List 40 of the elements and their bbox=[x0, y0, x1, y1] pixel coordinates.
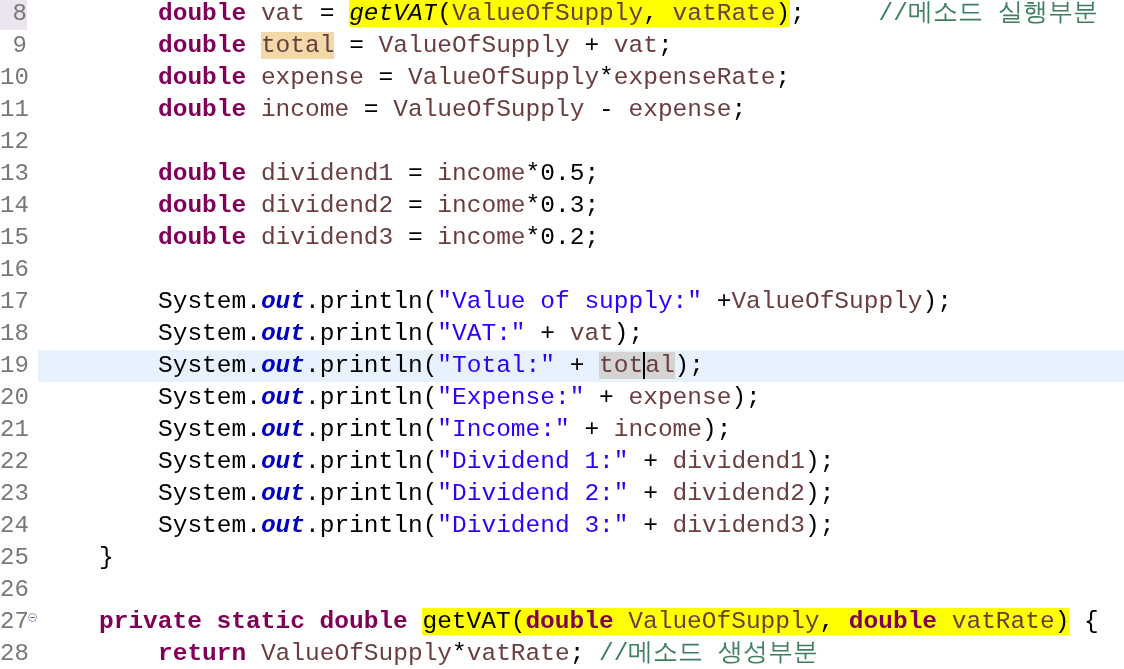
code-line: return ValueOfSupply*vatRate; //메소드 생성부분 bbox=[158, 640, 819, 667]
code-line: double dividend2 = income*0.3; bbox=[158, 192, 600, 219]
code-line: System.out.println("Total:" + tot al); bbox=[158, 352, 704, 379]
collapse-icon[interactable] bbox=[28, 612, 37, 622]
line-number: 9 bbox=[11, 31, 27, 61]
line-number: 24 bbox=[0, 511, 27, 541]
code-line: private static double getVAT(double ValueOfSupply, double vatRate) { bbox=[99, 608, 1099, 635]
code-line: System.out.println("Expense:" + expense); bbox=[158, 384, 761, 411]
line-number: 19 bbox=[0, 351, 27, 381]
line-number: 13 bbox=[0, 159, 27, 189]
code-line: System.out.println("Value of supply:" +ValueOfSupply); bbox=[158, 288, 952, 315]
code-line: System.out.println("Dividend 2:" + dividend2); bbox=[158, 480, 835, 507]
code-line: System.out.println("Dividend 1:" + dividend1); bbox=[158, 448, 835, 475]
line-number: 27 bbox=[0, 607, 27, 637]
line-number: 26 bbox=[0, 575, 27, 605]
line-number: 25 bbox=[0, 543, 27, 573]
code-line: } bbox=[99, 544, 114, 571]
line-number: 12 bbox=[0, 127, 27, 157]
code-line: double dividend1 = income*0.5; bbox=[158, 160, 600, 187]
line-number: 11 bbox=[0, 95, 27, 125]
code-line: System.out.println("Dividend 3:" + dividend3); bbox=[158, 512, 835, 539]
line-number: 16 bbox=[0, 255, 27, 285]
code-line: System.out.println("Income:" + income); bbox=[158, 416, 732, 443]
line-number: 8 bbox=[0, 0, 27, 30]
code-line: double total = ValueOfSupply + vat; bbox=[158, 32, 673, 59]
line-number: 14 bbox=[0, 191, 27, 221]
line-number: 15 bbox=[0, 223, 27, 253]
code-line: double expense = ValueOfSupply*expenseRate; bbox=[158, 64, 791, 91]
line-number: 10 bbox=[0, 63, 27, 93]
line-number: 20 bbox=[0, 383, 27, 413]
code-line: double vat = getVAT(ValueOfSupply, vatRate); //메소드 실행부분 bbox=[158, 0, 1098, 27]
line-number: 22 bbox=[0, 447, 27, 477]
line-number: 17 bbox=[0, 287, 27, 317]
code-line: System.out.println("VAT:" + vat); bbox=[158, 320, 644, 347]
code-line: double income = ValueOfSupply - expense; bbox=[158, 96, 747, 123]
line-number: 28 bbox=[0, 639, 27, 669]
line-number: 18 bbox=[0, 319, 27, 349]
line-number: 21 bbox=[0, 415, 27, 445]
line-number: 23 bbox=[0, 479, 27, 509]
code-line: double dividend3 = income*0.2; bbox=[158, 224, 600, 251]
